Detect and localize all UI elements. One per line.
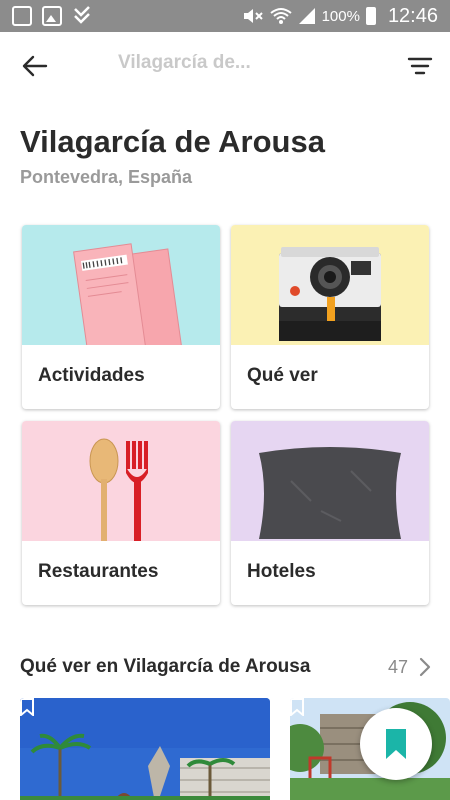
camera-image [231,225,429,345]
wifi-icon [269,8,292,24]
category-card-que-ver[interactable]: Qué ver [231,225,429,409]
saved-places-button[interactable] [360,708,432,780]
section-count[interactable]: 47 [388,657,408,678]
bookmark-outline-icon[interactable] [290,698,304,716]
check-icon [74,6,90,24]
bookmark-outline-icon[interactable] [20,698,34,716]
battery-percent: 100% [321,7,360,25]
category-label: Restaurantes [38,561,159,582]
toolbar-title: Vilagarcía de... [118,52,251,73]
status-bar: 100% 12:46 [0,0,450,32]
chevron-right-icon[interactable] [418,656,432,678]
pillow-image [231,421,429,541]
category-label: Qué ver [247,365,318,386]
category-label: Actividades [38,365,145,386]
place-photo [20,698,270,800]
category-card-actividades[interactable]: Actividades [22,225,220,409]
category-card-hoteles[interactable]: Hoteles [231,421,429,605]
page-title: Vilagarcía de Arousa [20,124,325,159]
signal-icon [298,8,315,24]
bookmark-icon [386,729,406,759]
gallery-icon [42,6,62,26]
clock: 12:46 [387,4,438,27]
place-card[interactable] [20,698,270,800]
category-label: Hoteles [247,561,316,582]
filter-icon[interactable] [406,54,434,78]
whatsapp-icon [12,6,32,26]
arrow-left-icon[interactable] [20,54,50,78]
mute-icon [243,9,263,23]
spoon-fork-image [22,421,220,541]
tickets-image [22,225,220,345]
page-subtitle: Pontevedra, España [20,167,193,187]
category-card-restaurantes[interactable]: Restaurantes [22,421,220,605]
battery-icon [365,7,376,25]
toolbar: Vilagarcía de... [0,32,450,100]
section-title: Qué ver en Vilagarcía de Arousa [20,656,311,677]
